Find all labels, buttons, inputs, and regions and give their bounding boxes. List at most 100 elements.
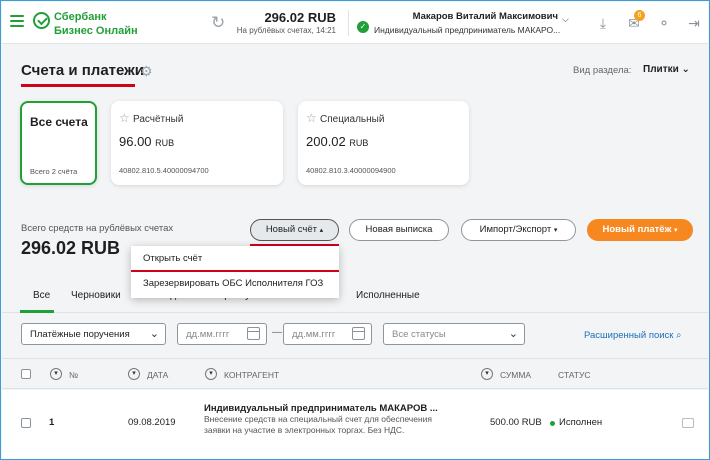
logo-line-1: Сбербанк [54, 11, 107, 23]
status-dot-icon [550, 421, 555, 426]
row-checkbox[interactable] [21, 418, 31, 428]
user-name[interactable]: Макаров Виталий Максимович [372, 11, 558, 22]
chevron-down-icon: ⌄ [149, 328, 159, 340]
row-amount: 500.00 RUB [490, 417, 542, 428]
star-icon[interactable]: ☆ [119, 111, 130, 125]
date-from-field[interactable]: дд.мм.гггг [177, 323, 267, 345]
active-tab-indicator [20, 310, 54, 313]
card-title: Все счета [30, 115, 88, 129]
tab-all[interactable]: Все [33, 290, 50, 301]
sort-icon[interactable]: ▾ [205, 368, 217, 380]
sort-icon[interactable]: ▾ [128, 368, 140, 380]
new-account-button[interactable]: Новый счёт ▴ [250, 219, 339, 241]
card-amount-value: 200.02 [306, 134, 346, 149]
page-title: Счета и платежи [21, 62, 145, 79]
column-header-num: № [69, 370, 79, 380]
chevron-down-icon: ⌄ [681, 64, 690, 75]
card-amount-value: 96.00 [119, 134, 152, 149]
new-account-dropdown: Открыть счёт Зарезервировать ОБС Исполни… [131, 246, 339, 298]
check-icon: ✓ [357, 21, 369, 33]
totals-label: Всего средств на рублёвых счетах [21, 223, 174, 234]
card-amount: 96.00 RUB [119, 134, 174, 149]
advanced-search-label: Расширенный поиск [584, 330, 674, 341]
doc-type-select[interactable]: Платёжные поручения ⌄ [21, 323, 166, 345]
select-all-checkbox[interactable] [21, 369, 31, 379]
caret-down-icon: ▾ [673, 227, 678, 234]
caret-up-icon: ▴ [319, 227, 324, 234]
card-title: Специальный [320, 114, 385, 125]
caret-down-icon: ▾ [553, 227, 558, 234]
calendar-icon[interactable] [352, 327, 365, 340]
logout-icon[interactable]: ⇥ [685, 14, 703, 32]
card-amount: 200.02 RUB [306, 134, 368, 149]
new-statement-button[interactable]: Новая выписка [349, 219, 449, 241]
row-date: 09.08.2019 [128, 417, 176, 428]
divider [348, 10, 349, 36]
new-payment-label: Новый платёж [602, 224, 672, 235]
logo-line-2: Бизнес Онлайн [54, 25, 138, 37]
sort-icon[interactable]: ▾ [481, 368, 493, 380]
star-icon[interactable]: ☆ [306, 111, 317, 125]
user-org[interactable]: Индивидуальный предприниматель МАКАРО... [374, 25, 560, 35]
gear-icon[interactable]: ⚙ [140, 64, 153, 78]
row-num: 1 [49, 417, 55, 428]
card-title: Расчётный [133, 114, 184, 125]
highlight-underline [131, 270, 339, 272]
card-currency: RUB [155, 138, 175, 148]
new-account-label: Новый счёт [265, 224, 318, 235]
table-row[interactable]: 1 09.08.2019 Индивидуальный предпринимат… [2, 390, 708, 459]
tab-executed[interactable]: Исполненные [356, 290, 420, 301]
highlight-underline [21, 84, 135, 87]
import-export-label: Импорт/Экспорт [479, 224, 552, 235]
chevron-down-icon: ⌄ [508, 328, 518, 340]
download-icon[interactable]: ⤓ [594, 14, 612, 32]
card-account-settlement[interactable]: ☆ Расчётный 96.00 RUB 40802.810.5.400000… [111, 101, 283, 185]
date-range-dash: — [272, 327, 282, 338]
row-counterparty: Индивидуальный предприниматель МАКАРОВ .… [204, 403, 438, 414]
date-to-field[interactable]: дд.мм.гггг [283, 323, 372, 345]
tab-bar: Все Черновики На подписи и отправку Откл… [2, 283, 708, 313]
calendar-icon[interactable] [247, 327, 260, 340]
notification-badge: 6 [634, 10, 645, 21]
printer-icon[interactable] [682, 418, 694, 428]
search-icon: ⌕ [676, 330, 682, 341]
card-account-number: 40802.810.5.40000094700 [119, 166, 209, 175]
view-mode-value: Плитки [643, 64, 679, 75]
card-account-number: 40802.810.3.40000094900 [306, 166, 396, 175]
row-status: Исполнен [559, 417, 603, 428]
totals-value: 296.02 RUB [21, 238, 121, 258]
sort-icon[interactable]: ▾ [50, 368, 62, 380]
column-header-status: СТАТУС [558, 370, 591, 380]
sberbank-logo-icon [33, 12, 50, 29]
app-window: Сбербанк Бизнес Онлайн ↻ 296.02 RUB На р… [0, 0, 710, 460]
bell-icon[interactable]: ⚬ [655, 14, 673, 32]
menu-item-reserve-account[interactable]: Зарезервировать ОБС Исполнителя ГОЗ [143, 278, 323, 289]
tab-drafts[interactable]: Черновики [71, 290, 121, 301]
card-currency: RUB [349, 138, 369, 148]
column-header-date: ДАТА [147, 370, 169, 380]
card-footer: Всего 2 счёта [30, 167, 78, 176]
column-header-counterparty: КОНТРАГЕНТ [224, 370, 280, 380]
status-value: Все статусы [392, 329, 446, 340]
row-description: Внесение средств на специальный счет для… [204, 414, 432, 435]
status-select[interactable]: Все статусы ⌄ [383, 323, 525, 345]
table-header: ▾ № ▾ ДАТА ▾ КОНТРАГЕНТ ▾ СУММА СТАТУС [2, 358, 708, 389]
card-all-accounts[interactable]: Все счета Всего 2 счёта [20, 101, 97, 185]
view-mode-label: Вид раздела: [573, 65, 632, 76]
doc-type-value: Платёжные поручения [30, 329, 130, 340]
menu-icon[interactable] [10, 15, 24, 27]
advanced-search-link[interactable]: Расширенный поиск ⌕ [584, 330, 681, 341]
header-balance: 296.02 RUB [264, 10, 336, 25]
header-balance-caption: На рублёвых счетах, 14:21 [236, 26, 336, 35]
date-from-placeholder: дд.мм.гггг [186, 329, 230, 340]
view-mode-select[interactable]: Плитки ⌄ [643, 64, 690, 75]
column-header-amount: СУММА [500, 370, 532, 380]
new-payment-button[interactable]: Новый платёж ▾ [587, 219, 693, 241]
refresh-icon[interactable]: ↻ [211, 14, 225, 31]
top-header: Сбербанк Бизнес Онлайн ↻ 296.02 RUB На р… [2, 2, 708, 44]
card-account-special[interactable]: ☆ Специальный 200.02 RUB 40802.810.3.400… [298, 101, 469, 185]
date-to-placeholder: дд.мм.гггг [292, 329, 336, 340]
chevron-down-icon[interactable]: ⌵ [562, 14, 569, 25]
import-export-button[interactable]: Импорт/Экспорт ▾ [461, 219, 576, 241]
menu-item-open-account[interactable]: Открыть счёт [143, 253, 202, 264]
